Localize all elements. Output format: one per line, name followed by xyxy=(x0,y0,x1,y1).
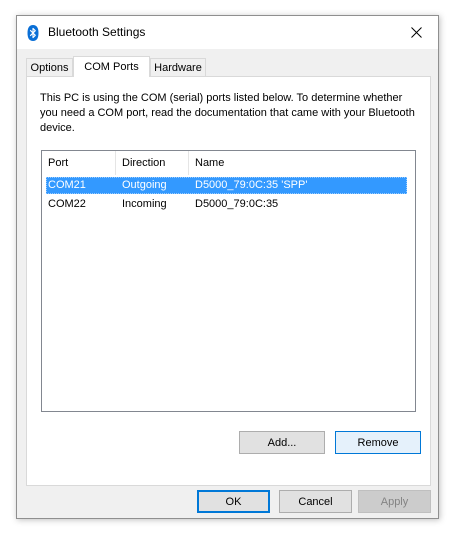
close-button[interactable] xyxy=(394,16,438,48)
tab-hardware[interactable]: Hardware xyxy=(150,58,206,76)
list-row[interactable]: COM21 Outgoing D5000_79:0C:35 'SPP' xyxy=(46,177,407,194)
com-ports-list[interactable]: Port Direction Name COM21 Outgoing D5000… xyxy=(41,150,416,412)
com-ports-panel: This PC is using the COM (serial) ports … xyxy=(26,76,431,486)
remove-button[interactable]: Remove xyxy=(335,431,421,454)
column-header-port[interactable]: Port xyxy=(42,151,116,175)
list-header: Port Direction Name xyxy=(42,151,415,175)
add-button[interactable]: Add... xyxy=(239,431,325,454)
cell-name: D5000_79:0C:35 xyxy=(195,198,279,210)
com-ports-description: This PC is using the COM (serial) ports … xyxy=(40,92,415,134)
cell-port: COM22 xyxy=(48,198,86,210)
close-icon xyxy=(410,26,422,38)
cell-direction: Incoming xyxy=(122,198,167,210)
bluetooth-settings-dialog: Bluetooth Settings Options COM Ports Har… xyxy=(16,15,439,519)
list-row[interactable]: COM22 Incoming D5000_79:0C:35 xyxy=(46,196,407,213)
tab-options[interactable]: Options xyxy=(26,58,73,76)
bluetooth-icon xyxy=(27,25,39,41)
cell-direction: Outgoing xyxy=(122,179,167,191)
ok-button[interactable]: OK xyxy=(197,490,270,513)
window-title: Bluetooth Settings xyxy=(48,25,146,39)
cancel-button[interactable]: Cancel xyxy=(279,490,352,513)
column-header-direction[interactable]: Direction xyxy=(116,151,189,175)
column-header-name[interactable]: Name xyxy=(189,151,405,175)
apply-button[interactable]: Apply xyxy=(358,490,431,513)
cell-name: D5000_79:0C:35 'SPP' xyxy=(195,179,308,191)
title-bar[interactable]: Bluetooth Settings xyxy=(17,16,438,49)
cell-port: COM21 xyxy=(48,179,86,191)
tab-com-ports[interactable]: COM Ports xyxy=(73,56,150,77)
